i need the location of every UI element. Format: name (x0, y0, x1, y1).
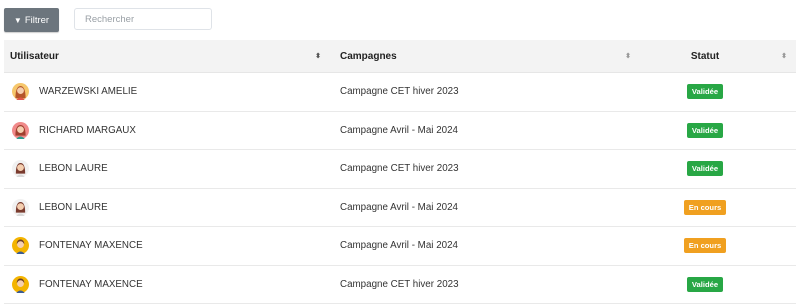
avatar (12, 83, 29, 100)
table-row[interactable]: RICHARD MARGAUX Campagne Avril - Mai 2024… (4, 112, 796, 151)
status-cell: En cours (640, 227, 796, 265)
status-badge: Validée (687, 123, 723, 138)
campaign-cell: Campagne CET hiver 2023 (330, 150, 640, 188)
campaign-cell: Campagne CET hiver 2023 (330, 266, 640, 304)
status-badge: En cours (684, 200, 727, 215)
sort-icon[interactable]: ⬍ (625, 52, 630, 60)
user-cell: FONTENAY MAXENCE (4, 227, 330, 265)
column-label: Campagnes (340, 51, 397, 62)
user-name: LEBON LAURE (39, 202, 108, 213)
table-row[interactable]: LEBON LAURE Campagne Avril - Mai 2024 En c… (4, 189, 796, 228)
status-cell: Validée (640, 112, 796, 150)
status-badge: Validée (687, 84, 723, 99)
campaign-name: Campagne Avril - Mai 2024 (340, 125, 458, 136)
campaigns-table: Utilisateur ⬍ Campagnes ⬍ Statut ⬍ WARZE… (4, 40, 796, 304)
campaign-name: Campagne Avril - Mai 2024 (340, 240, 458, 251)
column-label: Utilisateur (10, 51, 59, 62)
funnel-icon: ▼ (14, 16, 22, 25)
status-badge: Validée (687, 277, 723, 292)
table-header: Utilisateur ⬍ Campagnes ⬍ Statut ⬍ (4, 40, 796, 73)
user-cell: LEBON LAURE (4, 189, 330, 227)
campaign-name: Campagne CET hiver 2023 (340, 163, 459, 174)
user-cell: FONTENAY MAXENCE (4, 266, 330, 304)
campaign-cell: Campagne CET hiver 2023 (330, 73, 640, 111)
campaign-name: Campagne CET hiver 2023 (340, 279, 459, 290)
status-badge: En cours (684, 238, 727, 253)
user-cell: LEBON LAURE (4, 150, 330, 188)
status-cell: Validée (640, 150, 796, 188)
avatar (12, 160, 29, 177)
table-row[interactable]: LEBON LAURE Campagne CET hiver 2023 Validé… (4, 150, 796, 189)
table-row[interactable]: FONTENAY MAXENCE Campagne CET hiver 2023 V… (4, 266, 796, 304)
user-name: LEBON LAURE (39, 163, 108, 174)
user-name: WARZEWSKI AMELIE (39, 86, 137, 97)
avatar (12, 122, 29, 139)
user-cell: WARZEWSKI AMELIE (4, 73, 330, 111)
avatar (12, 276, 29, 293)
toolbar: ▼ Filtrer (4, 8, 59, 32)
column-header-campagnes[interactable]: Campagnes ⬍ (330, 40, 640, 72)
filter-button[interactable]: ▼ Filtrer (4, 8, 59, 32)
status-cell: Validée (640, 266, 796, 304)
column-label: Statut (691, 51, 719, 62)
sort-icon[interactable]: ⬍ (781, 52, 786, 60)
sort-active-icon[interactable]: ⬍ (315, 52, 320, 60)
user-name: FONTENAY MAXENCE (39, 279, 143, 290)
avatar (12, 199, 29, 216)
avatar (12, 237, 29, 254)
status-cell: En cours (640, 189, 796, 227)
campaign-name: Campagne CET hiver 2023 (340, 86, 459, 97)
campaign-cell: Campagne Avril - Mai 2024 (330, 189, 640, 227)
filter-button-label: Filtrer (25, 15, 49, 26)
user-name: FONTENAY MAXENCE (39, 240, 143, 251)
table-body: WARZEWSKI AMELIE Campagne CET hiver 2023 V… (4, 73, 796, 304)
column-header-statut[interactable]: Statut ⬍ (640, 40, 796, 72)
status-cell: Validée (640, 73, 796, 111)
user-cell: RICHARD MARGAUX (4, 112, 330, 150)
search-input[interactable] (74, 8, 212, 30)
table-row[interactable]: FONTENAY MAXENCE Campagne Avril - Mai 202… (4, 227, 796, 266)
column-header-utilisateur[interactable]: Utilisateur ⬍ (4, 40, 330, 72)
table-row[interactable]: WARZEWSKI AMELIE Campagne CET hiver 2023 V… (4, 73, 796, 112)
campaign-cell: Campagne Avril - Mai 2024 (330, 112, 640, 150)
status-badge: Validée (687, 161, 723, 176)
campaign-cell: Campagne Avril - Mai 2024 (330, 227, 640, 265)
campaign-name: Campagne Avril - Mai 2024 (340, 202, 458, 213)
user-name: RICHARD MARGAUX (39, 125, 136, 136)
